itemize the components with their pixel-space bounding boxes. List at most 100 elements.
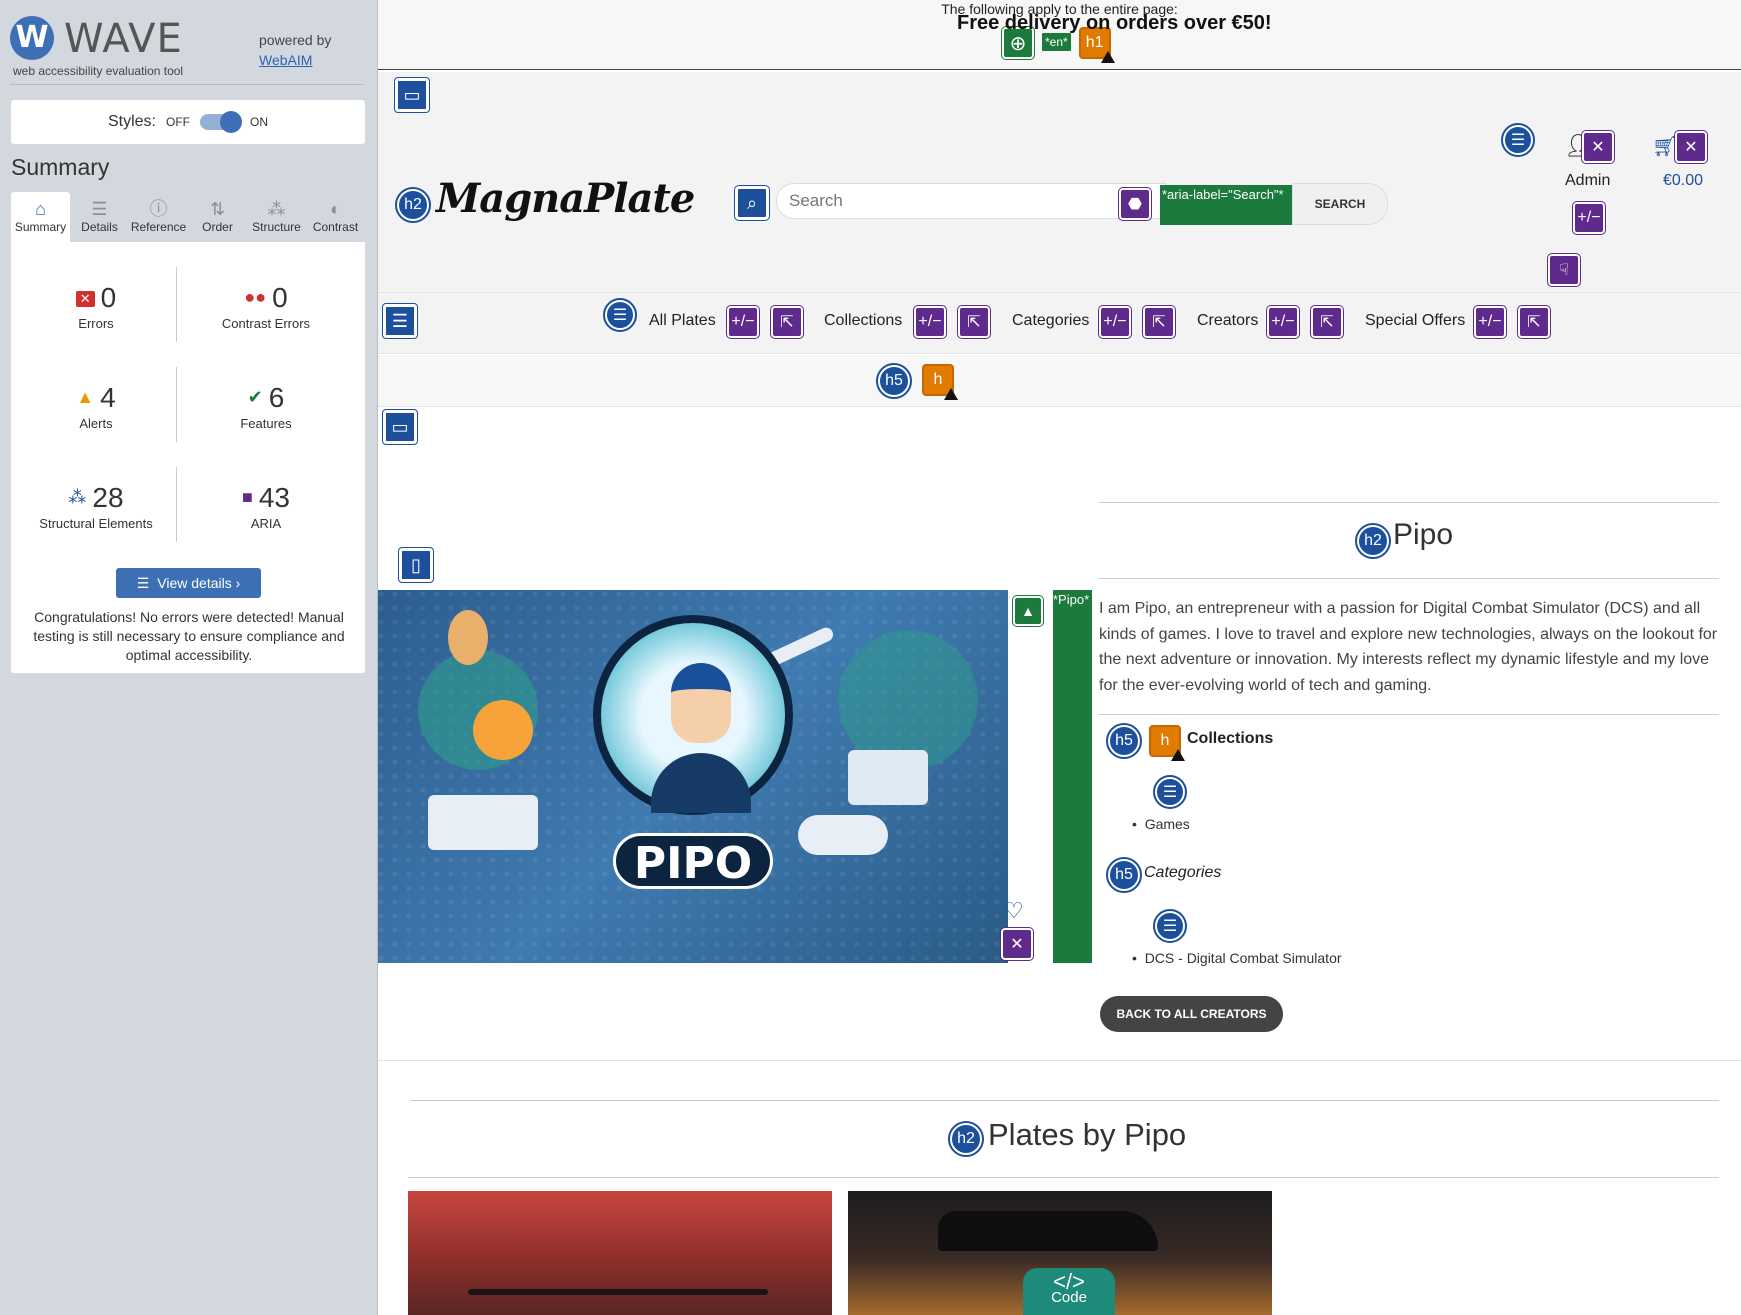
decoration	[838, 630, 978, 770]
summary-heading: Summary	[11, 154, 110, 180]
contrast-error-icon: ●●	[244, 287, 267, 307]
nav-categories[interactable]: Categories	[1012, 312, 1089, 330]
aria-expanded-icon[interactable]: +/−	[1266, 305, 1300, 339]
divider	[378, 1060, 1741, 1061]
tab-summary[interactable]: ⌂ Summary	[11, 192, 70, 242]
header-region-icon[interactable]: ▭	[394, 77, 430, 113]
aria-popup-icon[interactable]: ⇱	[1310, 305, 1344, 339]
gamepad-icon	[798, 815, 888, 855]
tab-contrast[interactable]: ◐ Contrast	[306, 192, 365, 242]
aria-hidden-icon[interactable]: ✕	[1674, 130, 1708, 164]
aria-expanded-icon[interactable]: +/−	[1572, 201, 1606, 235]
aria-popup-icon[interactable]: ☟	[1547, 253, 1581, 287]
code-tab-button[interactable]: </> Code	[1023, 1268, 1115, 1315]
aria-popup-icon[interactable]: ⇱	[770, 305, 804, 339]
tab-details[interactable]: ☰ Details	[70, 192, 129, 242]
list-icon[interactable]: ☰	[1153, 775, 1187, 809]
promo-text: Free delivery on orders over €50!	[957, 12, 1272, 34]
info-icon: ⓘ	[149, 199, 168, 219]
h5-icon[interactable]: h5	[1106, 857, 1142, 893]
list-icon[interactable]: ☰	[1153, 909, 1187, 943]
admin-link[interactable]: Admin	[1565, 172, 1610, 190]
divider	[10, 84, 364, 85]
list-icon[interactable]: ☰	[1501, 123, 1535, 157]
tab-reference[interactable]: ⓘ Reference	[129, 192, 188, 242]
nav-special-offers[interactable]: Special Offers	[1365, 312, 1465, 330]
styles-toggle[interactable]	[200, 111, 242, 133]
aria-popup-icon[interactable]: ⇱	[957, 305, 991, 339]
aria-hidden-icon[interactable]: ✕	[1000, 927, 1034, 961]
alt-text-icon[interactable]: ▲	[1012, 595, 1044, 627]
aria-icon: ■	[241, 487, 253, 507]
list-icon[interactable]: ☰	[603, 298, 637, 332]
wave-logo-icon: W	[10, 16, 54, 60]
category-item[interactable]: • DCS - Digital Combat Simulator	[1132, 950, 1342, 966]
figure-region-icon[interactable]: ▯	[398, 547, 434, 583]
main-region-icon[interactable]: ▭	[382, 409, 418, 445]
nav-creators[interactable]: Creators	[1197, 312, 1258, 330]
plate-card[interactable]	[408, 1191, 832, 1315]
h2-icon[interactable]: h2	[1355, 523, 1391, 559]
h5-icon[interactable]: h5	[1106, 723, 1142, 759]
h2-icon[interactable]: h2	[395, 187, 431, 223]
aria-popup-icon[interactable]: ⇱	[1142, 305, 1176, 339]
view-details-button[interactable]: ☰ View details ›	[116, 568, 261, 598]
cart-total[interactable]: €0.00	[1663, 172, 1703, 190]
divider	[1099, 714, 1719, 715]
tab-order[interactable]: ⇅ Order	[188, 192, 247, 242]
avatar-circle	[593, 615, 793, 815]
aria-label-icon[interactable]: ⬣	[1118, 187, 1152, 221]
search-input[interactable]	[776, 183, 1166, 219]
errors-stat[interactable]: ✕ 0 Errors	[16, 282, 176, 331]
list-icon: ☰	[91, 199, 108, 219]
nav-collections[interactable]: Collections	[824, 312, 902, 330]
aria-hidden-icon[interactable]: ✕	[1581, 130, 1615, 164]
category-item-label: DCS - Digital Combat Simulator	[1144, 950, 1342, 966]
webaim-link[interactable]: WebAIM	[259, 52, 312, 68]
avatar-face	[671, 663, 731, 743]
heading-alert-icon[interactable]: h	[922, 364, 958, 400]
warning-icon	[1100, 51, 1115, 63]
avatar-body	[651, 753, 751, 813]
structure-icon: ⁂	[267, 199, 286, 219]
structural-stat[interactable]: ⁂ 28 Structural Elements	[16, 482, 176, 531]
back-to-creators-button[interactable]: BACK TO ALL CREATORS	[1100, 996, 1283, 1032]
nav-region-icon[interactable]: ☰	[382, 303, 418, 339]
site-logo[interactable]: MagnaPlate	[436, 175, 695, 222]
aria-popup-icon[interactable]: ⇱	[1517, 305, 1551, 339]
aria-expanded-icon[interactable]: +/−	[913, 305, 947, 339]
tab-structure[interactable]: ⁂ Structure	[247, 192, 306, 242]
nav-all-plates[interactable]: All Plates	[649, 312, 716, 330]
heart-icon[interactable]: ♡	[1004, 898, 1024, 924]
heading-alert-icon[interactable]: h	[1149, 725, 1185, 761]
creator-name: Pipo	[1393, 518, 1454, 551]
collection-item-label: Games	[1144, 816, 1190, 832]
alerts-stat[interactable]: ▲ 4 Alerts	[16, 382, 176, 431]
contrast-errors-stat[interactable]: ●● 0 Contrast Errors	[186, 282, 346, 331]
truck-icon	[428, 795, 538, 850]
plates-heading: Plates by Pipo	[988, 1117, 1187, 1152]
alt-text-highlight	[1053, 590, 1092, 963]
pipo-wordmark: PIPO	[613, 833, 773, 889]
aria-expanded-icon[interactable]: +/−	[1473, 305, 1507, 339]
tab-label: Contrast	[312, 220, 359, 234]
features-stat[interactable]: ✔ 6 Features	[186, 382, 346, 431]
collection-item[interactable]: • Games	[1132, 816, 1190, 832]
h2-icon[interactable]: h2	[948, 1121, 984, 1157]
categories-heading: Categories	[1144, 864, 1222, 881]
aria-stat[interactable]: ■ 43 ARIA	[186, 482, 346, 531]
features-label: Features	[240, 416, 292, 431]
sun-icon	[473, 700, 533, 760]
monitor-icon	[848, 750, 928, 805]
features-count: 6	[268, 382, 285, 413]
cart-icon[interactable]: 🛒︎	[1652, 134, 1677, 159]
code-label: Code	[1051, 1289, 1087, 1306]
search-button[interactable]: SEARCH	[1292, 183, 1388, 225]
h1-label: h1	[1085, 34, 1104, 51]
search-region-icon[interactable]: ⌕	[734, 185, 770, 221]
styles-on-label: ON	[250, 115, 268, 129]
h5-icon[interactable]: h5	[876, 363, 912, 399]
contrast-icon: ◐	[330, 199, 341, 219]
aria-expanded-icon[interactable]: +/−	[1098, 305, 1132, 339]
aria-expanded-icon[interactable]: +/−	[726, 305, 760, 339]
